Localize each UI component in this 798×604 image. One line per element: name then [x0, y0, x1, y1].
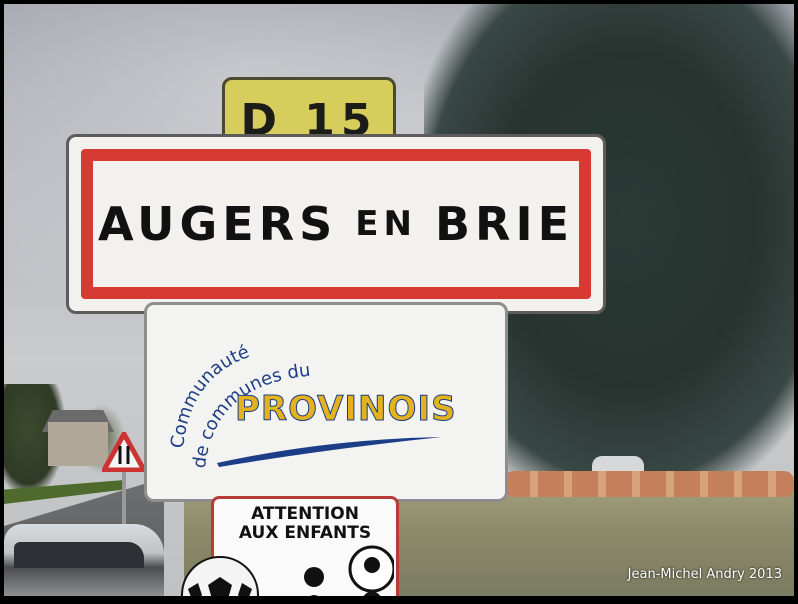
community-sign: Communauté de communes du PROVINOIS [144, 302, 508, 502]
warning-triangle-icon [102, 432, 146, 472]
children-icon [304, 545, 394, 596]
wall-tiles [504, 471, 794, 497]
town-name-part3: BRIE [434, 197, 574, 251]
photograph: D 15 AUGERS EN BRIE Communauté de commun… [4, 4, 794, 596]
soccer-ball-icon [181, 556, 259, 596]
provinois-brand: PROVINOIS [235, 389, 457, 430]
town-entry-sign: AUGERS EN BRIE [66, 134, 606, 314]
photo-credit: Jean-Michel Andry 2013 [627, 567, 782, 582]
car-window [14, 542, 144, 568]
warning-line2: AUX ENFANTS [238, 523, 372, 543]
warning-line1: ATTENTION [251, 504, 359, 524]
town-name-part1: AUGERS [98, 197, 338, 251]
town-name-part2: EN [355, 204, 417, 244]
town-sign-border: AUGERS EN BRIE [81, 149, 591, 299]
house [48, 422, 108, 466]
brand-swoosh [217, 437, 442, 467]
sign-post [122, 470, 126, 530]
children-warning-sign: ATTENTION AUX ENFANTS [181, 496, 399, 596]
